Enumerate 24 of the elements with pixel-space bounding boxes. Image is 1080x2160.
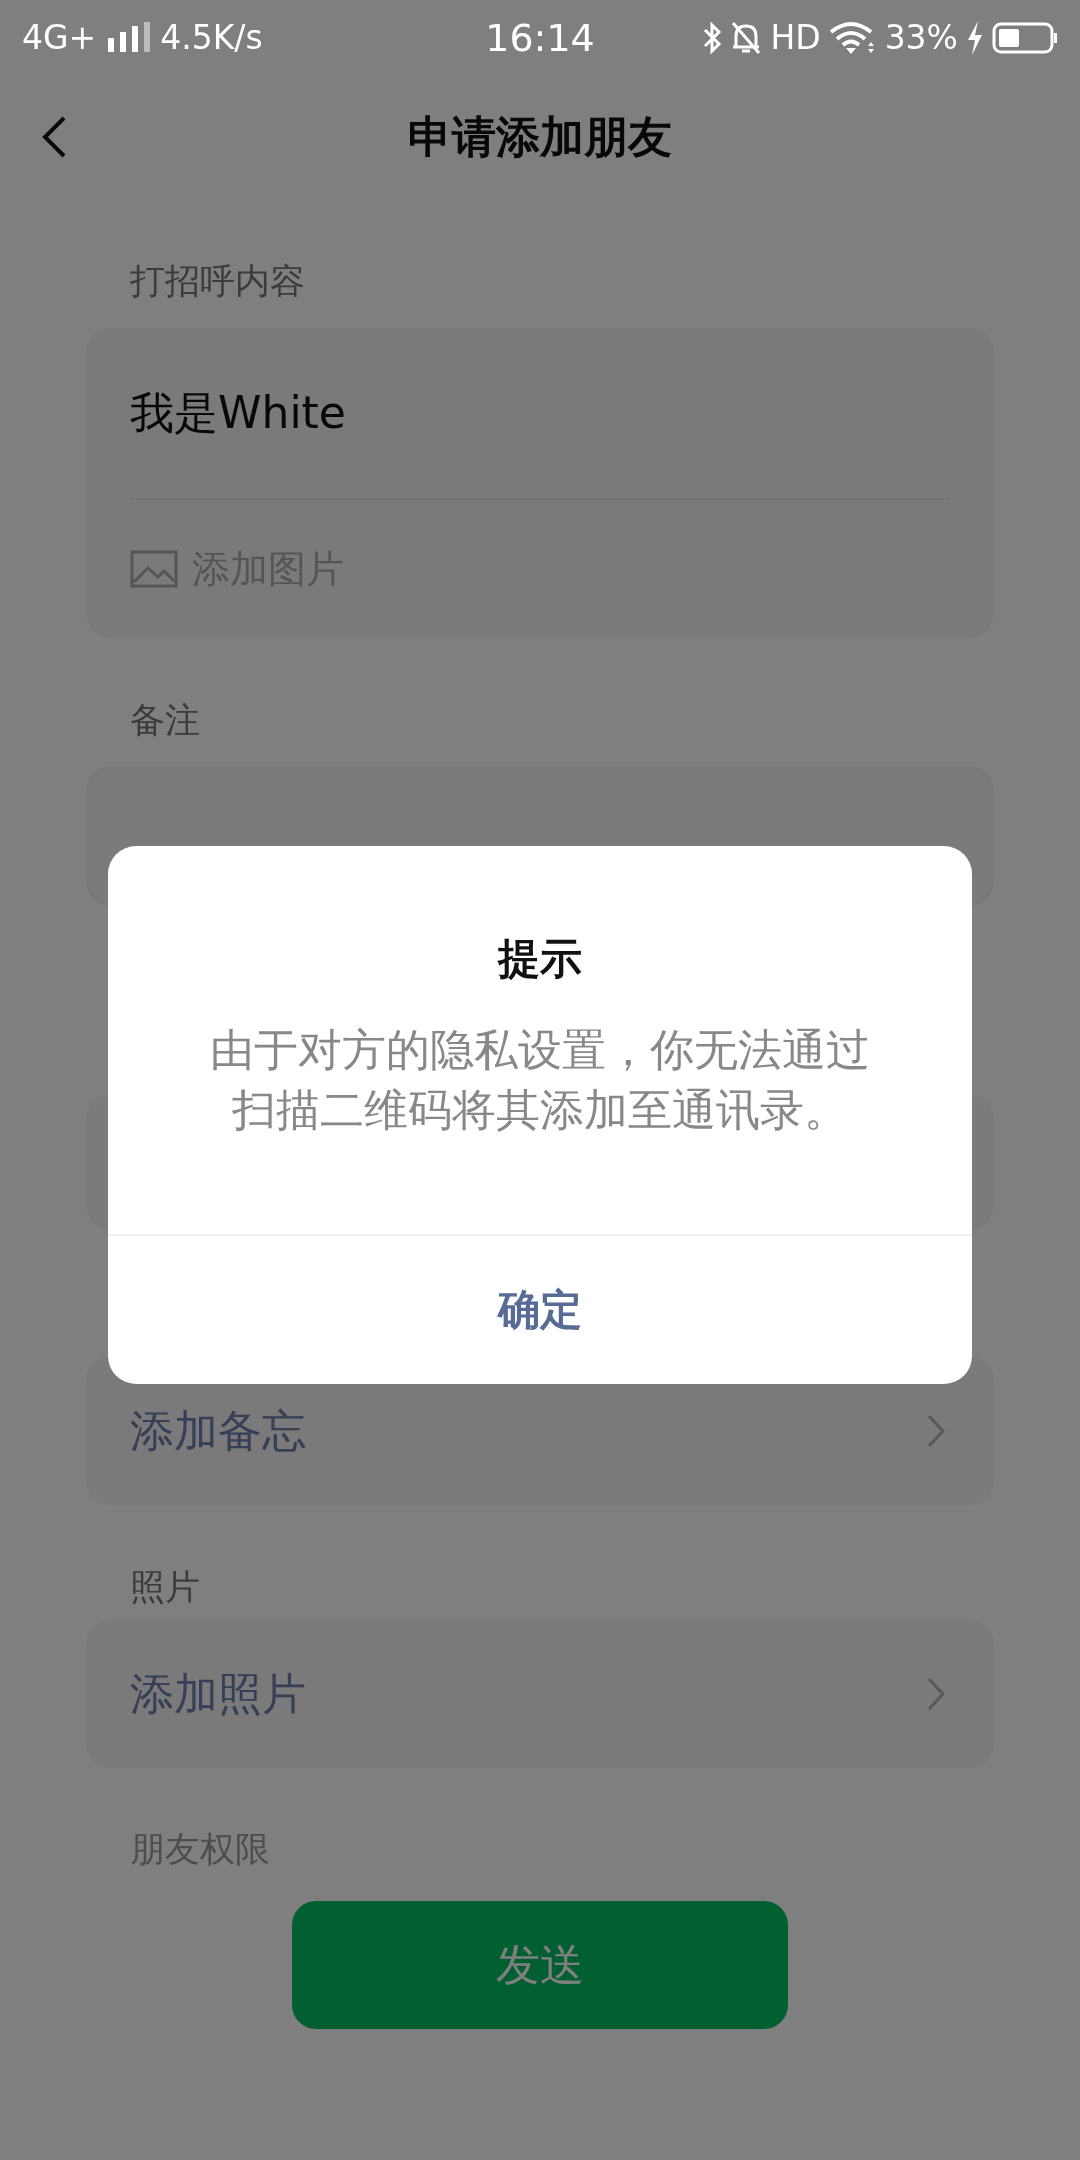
section-label: 照片 — [129, 1566, 200, 1609]
greeting-text[interactable]: 我是White — [130, 383, 346, 443]
add-photo-row[interactable]: 添加照片 — [86, 1620, 994, 1768]
back-icon[interactable] — [40, 115, 68, 159]
chevron-icon — [926, 1676, 946, 1712]
hd-label: HD — [770, 18, 821, 57]
battery-icon — [992, 21, 1058, 54]
section-label: 备注 — [129, 699, 200, 742]
bell-off-icon — [730, 19, 763, 56]
battery-percent: 33% — [884, 18, 958, 57]
dialog-title: 提示 — [498, 934, 582, 984]
signal-icon — [106, 21, 151, 54]
section-label: 打招呼内容 — [129, 260, 305, 303]
send-button[interactable]: 发送 — [292, 1901, 788, 2029]
charging-icon — [966, 20, 984, 55]
clock-time: 16:14 — [485, 15, 595, 60]
page-title: 申请添加朋友 — [408, 110, 672, 164]
wifi-icon — [828, 19, 877, 56]
network-type: 4G+ — [22, 18, 97, 57]
network-speed: 4.5K/s — [160, 18, 263, 57]
image-icon — [130, 550, 178, 588]
bluetooth-icon — [702, 19, 723, 56]
chevron-icon — [926, 1413, 946, 1449]
dialog-message: 由于对方的隐私设置，你无法通过扫描二维码将其添加至通讯录。 — [209, 1023, 871, 1137]
